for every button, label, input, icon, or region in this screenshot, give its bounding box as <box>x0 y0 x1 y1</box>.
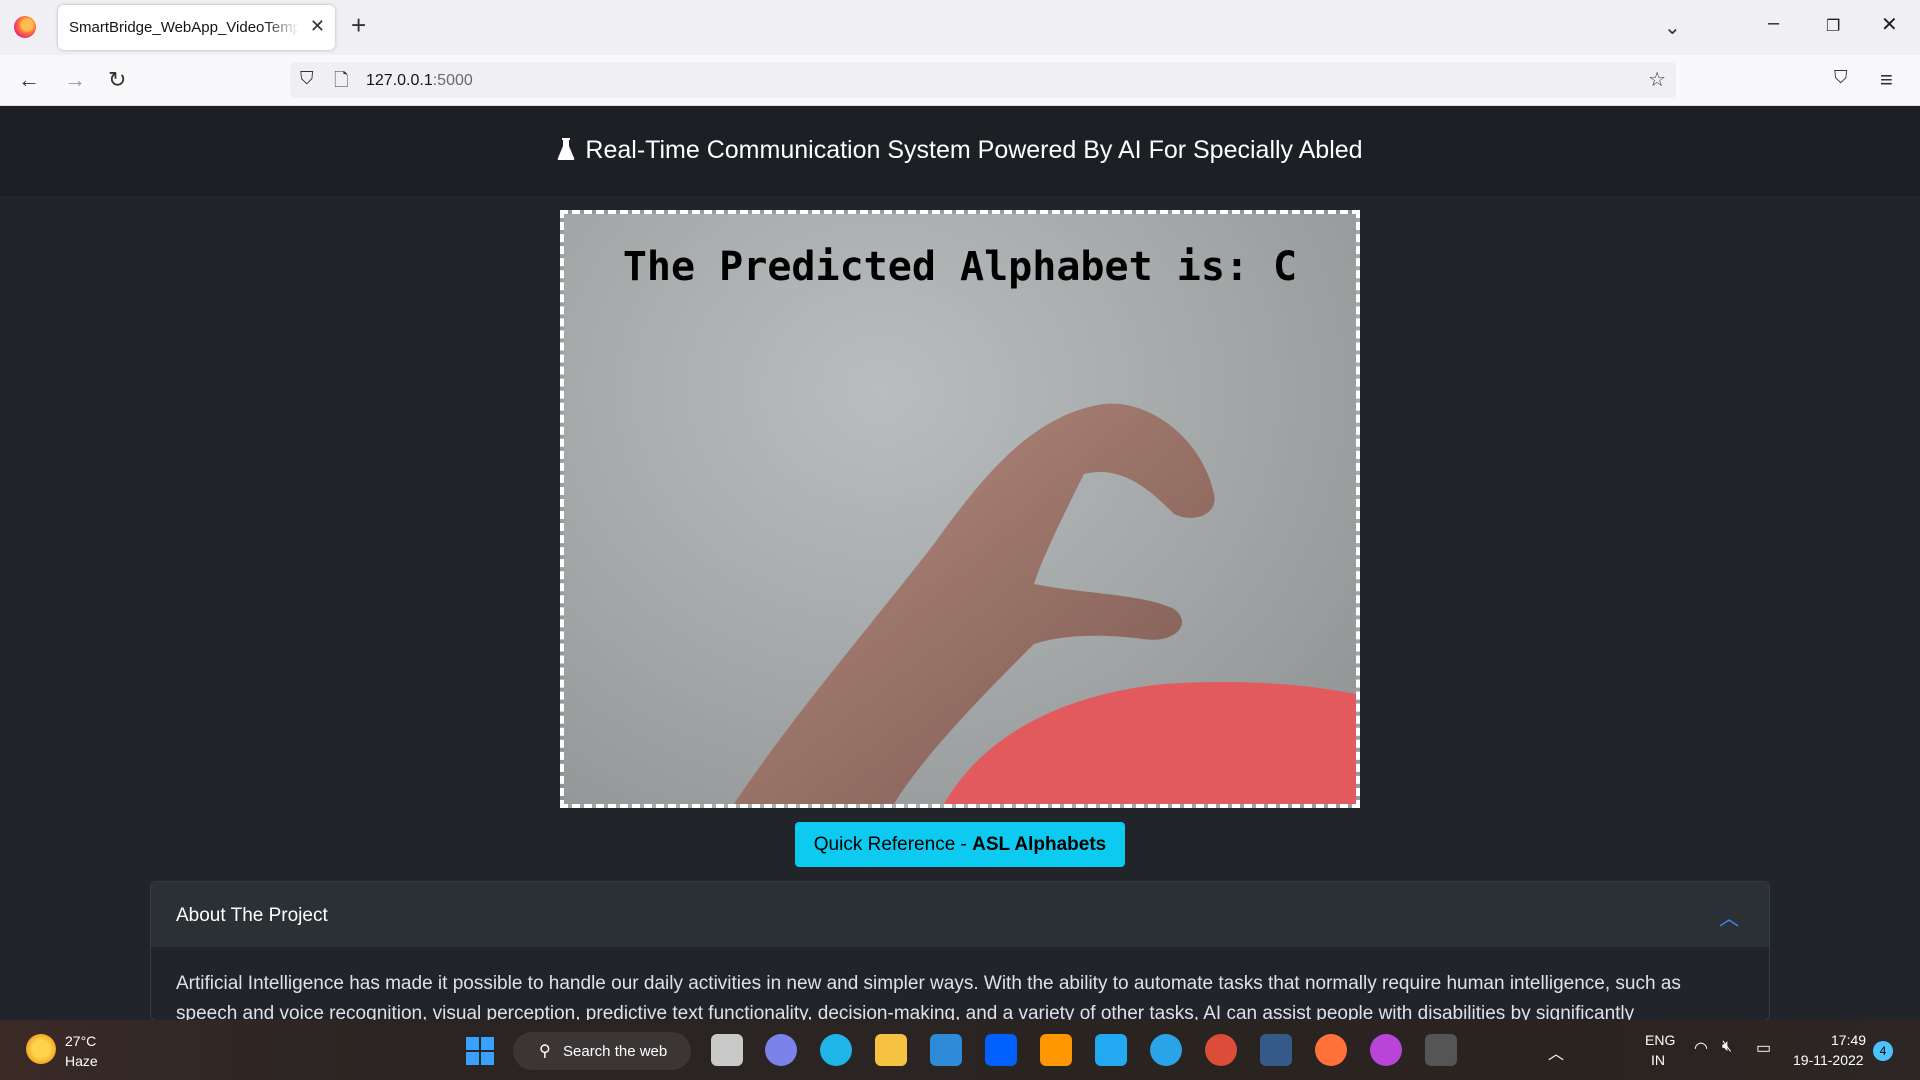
volume-muted-icon[interactable]: 🔇︎ <box>1722 1038 1732 1056</box>
restore-icon[interactable]: ❐ <box>1826 16 1840 36</box>
page-header: Real-Time Communication System Powered B… <box>0 106 1920 196</box>
weather-temp: 27°C <box>65 1033 97 1049</box>
prediction-text: The Predicted Alphabet is: C <box>622 244 1298 290</box>
reference-button-prefix: Quick Reference - <box>813 834 973 855</box>
accordion-title: About The Project <box>176 905 328 926</box>
star-icon[interactable]: ☆ <box>1648 67 1666 92</box>
plus-icon[interactable]: + <box>351 12 366 38</box>
asl-reference-button[interactable]: Quick Reference - ASL Alphabets <box>795 822 1125 867</box>
wifi-icon[interactable]: ◠ <box>1694 1038 1708 1058</box>
windows-start-icon[interactable] <box>466 1037 494 1065</box>
chat-icon[interactable] <box>765 1034 797 1066</box>
app-icon[interactable] <box>1370 1034 1402 1066</box>
edge-icon[interactable] <box>820 1034 852 1066</box>
reload-icon[interactable]: ↻ <box>108 67 126 93</box>
clock-time[interactable]: 17:49 <box>1831 1032 1866 1048</box>
search-label: Search the web <box>563 1043 668 1060</box>
terminal-icon[interactable] <box>1425 1034 1457 1066</box>
taskbar: 27°C Haze ⚲ Search the web ︿ ENG IN ◠ 🔇︎… <box>0 1020 1920 1080</box>
task-view-icon[interactable] <box>711 1034 743 1066</box>
vscode-icon[interactable] <box>1095 1034 1127 1066</box>
clock-date[interactable]: 19-11-2022 <box>1793 1052 1864 1068</box>
language-top[interactable]: ENG <box>1645 1032 1675 1048</box>
url-text[interactable]: 127.0.0.1:5000 <box>366 72 473 90</box>
chevron-up-tray-icon[interactable]: ︿ <box>1548 1040 1564 1064</box>
search-icon: ⚲ <box>539 1043 551 1060</box>
page-title-row: Real-Time Communication System Powered B… <box>0 136 1920 165</box>
url-bar[interactable]: ⛉ 🗋 127.0.0.1:5000 ☆ <box>290 62 1676 98</box>
tab-title: SmartBridge_WebApp_VideoTemplate <box>69 19 299 36</box>
chevron-down-icon[interactable]: ⌄ <box>1664 15 1681 40</box>
page-title: Real-Time Communication System Powered B… <box>585 136 1363 164</box>
weather-condition: Haze <box>65 1053 98 1069</box>
minimize-icon[interactable]: – <box>1768 12 1779 35</box>
close-icon[interactable]: ✕ <box>310 16 325 37</box>
chevron-up-icon[interactable]: ︿ <box>1719 902 1739 931</box>
dropbox-icon[interactable] <box>985 1034 1017 1066</box>
pocket-icon[interactable]: ⛉ <box>1834 67 1848 88</box>
reference-button-bold: ASL Alphabets <box>972 834 1107 855</box>
url-port: :5000 <box>432 72 473 89</box>
browser-tab-bar: SmartBridge_WebApp_VideoTemplate ✕ + ⌄ –… <box>0 0 1920 55</box>
notification-badge[interactable]: 4 <box>1873 1041 1893 1061</box>
accordion-body: Artificial Intelligence has made it poss… <box>176 973 1681 1021</box>
firefox-taskbar-icon[interactable] <box>1315 1034 1347 1066</box>
url-host: 127.0.0.1 <box>366 72 433 89</box>
battery-icon[interactable]: ▭ <box>1756 1038 1771 1058</box>
browser-tab[interactable]: SmartBridge_WebApp_VideoTemplate ✕ <box>58 5 335 50</box>
flask-icon <box>558 138 575 160</box>
weather-icon[interactable] <box>26 1034 56 1064</box>
language-bottom[interactable]: IN <box>1651 1052 1665 1068</box>
video-feed: The Predicted Alphabet is: C <box>560 210 1360 808</box>
file-explorer-icon[interactable] <box>875 1034 907 1066</box>
mail-icon[interactable] <box>930 1034 962 1066</box>
page-icon: 🗋 <box>334 70 349 90</box>
camera-image <box>734 403 1356 804</box>
forward-icon[interactable]: → <box>64 67 86 93</box>
accordion-header[interactable]: About The Project ︿ <box>151 882 1769 947</box>
taskbar-search[interactable]: ⚲ Search the web <box>513 1032 691 1070</box>
chrome-icon[interactable] <box>1205 1034 1237 1066</box>
browser-nav-bar: ← → ↻ ⛉ 🗋 127.0.0.1:5000 ☆ ⛉ ≡ <box>0 55 1920 106</box>
menu-icon[interactable]: ≡ <box>1880 67 1893 93</box>
about-accordion: About The Project ︿ Artificial Intellige… <box>150 881 1770 1021</box>
sublime-icon[interactable] <box>1040 1034 1072 1066</box>
firefox-icon <box>14 16 36 38</box>
anaconda-icon[interactable] <box>1260 1034 1292 1066</box>
back-icon[interactable]: ← <box>18 67 40 93</box>
shield-icon[interactable]: ⛉ <box>300 68 314 89</box>
python-icon[interactable] <box>1150 1034 1182 1066</box>
close-window-icon[interactable]: ✕ <box>1881 12 1898 37</box>
